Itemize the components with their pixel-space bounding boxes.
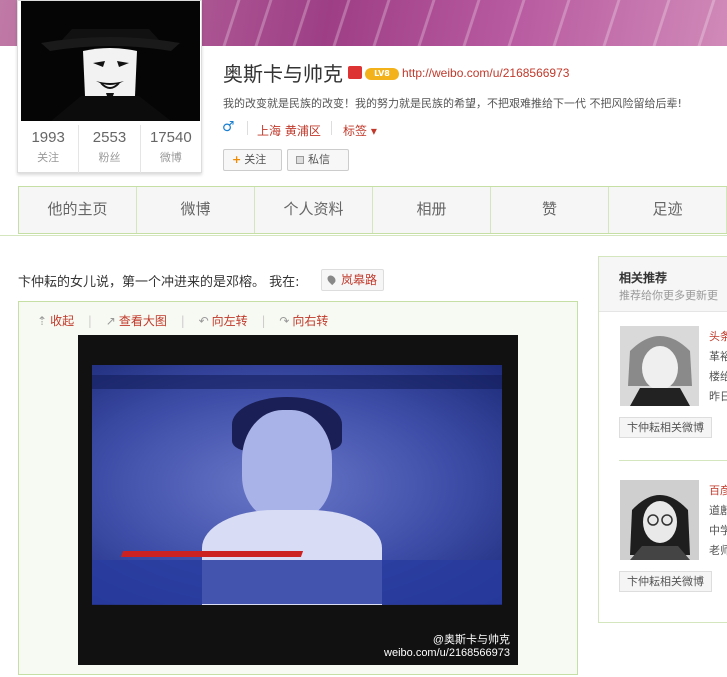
recommendation-title[interactable]: 百彦 — [709, 481, 727, 501]
divider: | — [180, 314, 185, 328]
profile-bio: 我的改变就是民族的改变！我的努力就是民族的希望，不把艰难推给下一代 不把风险留给… — [223, 97, 682, 110]
media-box: ⇡ 收起 | ↗ 查看大图 | ↶ 向左转 | ↷ 向右转 @奥斯卡与帅克 weibo.… — [18, 301, 578, 675]
tab-profile-info[interactable]: 个人资料 — [255, 187, 373, 233]
recommendation-line: 楼绐 — [709, 370, 727, 383]
place-label: 岚皋路 — [341, 273, 378, 287]
stat-following[interactable]: 1993 关注 — [18, 125, 80, 173]
stat-value: 17540 — [149, 129, 192, 146]
plus-icon: + — [232, 153, 242, 166]
rotate-right-icon: ↷ — [279, 314, 290, 328]
recommendation-line: 道鄌 — [709, 504, 727, 517]
avatar[interactable] — [21, 1, 200, 121]
rotate-right-link[interactable]: 向右转 — [292, 314, 328, 328]
profile-stats: 1993 关注 2553 粉丝 17540 微博 — [18, 125, 201, 173]
post-text: 卞仲耘的女儿说，第一个冲进来的是邓榕。 我在: — [18, 275, 300, 290]
recommendation-line: 昨日 — [709, 390, 727, 403]
divider — [247, 121, 248, 135]
sidebar-subtitle: 推荐给你更多更新更 — [619, 289, 718, 302]
view-large-link[interactable]: 查看大图 — [119, 314, 167, 328]
profile-url-link[interactable]: http://weibo.com/u/2168566973 — [402, 66, 569, 80]
avatar-card: 1993 关注 2553 粉丝 17540 微博 — [17, 0, 202, 173]
tab-likes[interactable]: 赞 — [491, 187, 609, 233]
rotate-left-link[interactable]: 向左转 — [212, 314, 248, 328]
arrow-up-icon: ⇡ — [37, 314, 48, 328]
recommendation-text: 百彦 道鄌 中学 老师 — [709, 481, 727, 561]
media-toolbar: ⇡ 收起 | ↗ 查看大图 | ↶ 向左转 | ↷ 向右转 — [37, 312, 338, 329]
stat-followers[interactable]: 2553 粉丝 — [79, 125, 141, 173]
tags-dropdown[interactable]: 标签 ▾ — [343, 122, 377, 139]
related-recommendations: 相关推荐 推荐给你更多更新更 头条 革裕 楼绐 昨日 卞仲耘相关微博 百彦 道鄌… — [598, 256, 727, 623]
stat-value: 2553 — [92, 129, 127, 146]
recommendation-image[interactable] — [620, 480, 699, 560]
recommendation-line: 革裕 — [709, 350, 727, 363]
gender-icon: ♂ — [222, 119, 235, 135]
image-watermark: @奥斯卡与帅克 weibo.com/u/2168566973 — [384, 631, 510, 659]
verified-icon[interactable] — [348, 66, 362, 79]
tab-home[interactable]: 他的主页 — [19, 187, 137, 233]
sidebar-title: 相关推荐 — [619, 271, 668, 285]
stat-label: 微博 — [159, 151, 182, 164]
recommendation-line: 老师 — [709, 544, 727, 557]
tab-footprints[interactable]: 足迹 — [609, 187, 727, 233]
place-chip[interactable]: 岚皋路 — [321, 269, 385, 291]
message-icon — [296, 156, 304, 164]
location-link[interactable]: 上海 黄浦区 — [257, 122, 321, 139]
divider — [619, 460, 727, 461]
stat-label: 关注 — [37, 151, 60, 164]
stat-value: 1993 — [31, 129, 65, 146]
external-icon: ↗ — [105, 314, 116, 328]
divider — [0, 235, 727, 236]
level-badge[interactable]: LV8 — [365, 68, 399, 80]
follow-button[interactable]: + 关注 — [223, 149, 282, 171]
collapse-link[interactable]: 收起 — [50, 314, 74, 328]
profile-tabs: 他的主页 微博 个人资料 相册 赞 足迹 — [18, 186, 727, 234]
stat-label: 粉丝 — [98, 151, 121, 164]
sidebar-header: 相关推荐 推荐给你更多更新更 — [599, 257, 727, 312]
divider: | — [261, 314, 266, 328]
follow-label: 关注 — [244, 153, 267, 166]
related-weibo-button[interactable]: 卞仲耘相关微博 — [619, 417, 712, 438]
watermark-url: weibo.com/u/2168566973 — [384, 647, 510, 659]
profile-name: 奥斯卡与帅克 — [223, 62, 343, 86]
tab-album[interactable]: 相册 — [373, 187, 491, 233]
divider: | — [87, 314, 92, 328]
rotate-left-icon: ↶ — [198, 314, 209, 328]
recommendation-image[interactable] — [620, 326, 699, 406]
recommendation-text: 头条 革裕 楼绐 昨日 — [709, 327, 727, 407]
location-pin-icon — [325, 273, 338, 286]
post-image[interactable]: @奥斯卡与帅克 weibo.com/u/2168566973 — [78, 335, 518, 665]
divider — [331, 121, 332, 135]
message-button[interactable]: 私信 — [287, 149, 349, 171]
tab-weibo[interactable]: 微博 — [137, 187, 255, 233]
message-label: 私信 — [308, 153, 330, 166]
related-weibo-button[interactable]: 卞仲耘相关微博 — [619, 571, 712, 592]
recommendation-line: 中学 — [709, 524, 727, 537]
recommendation-title[interactable]: 头条 — [709, 327, 727, 347]
tv-screen — [92, 365, 502, 605]
stat-posts[interactable]: 17540 微博 — [141, 125, 201, 173]
watermark-name: @奥斯卡与帅克 — [432, 634, 510, 646]
